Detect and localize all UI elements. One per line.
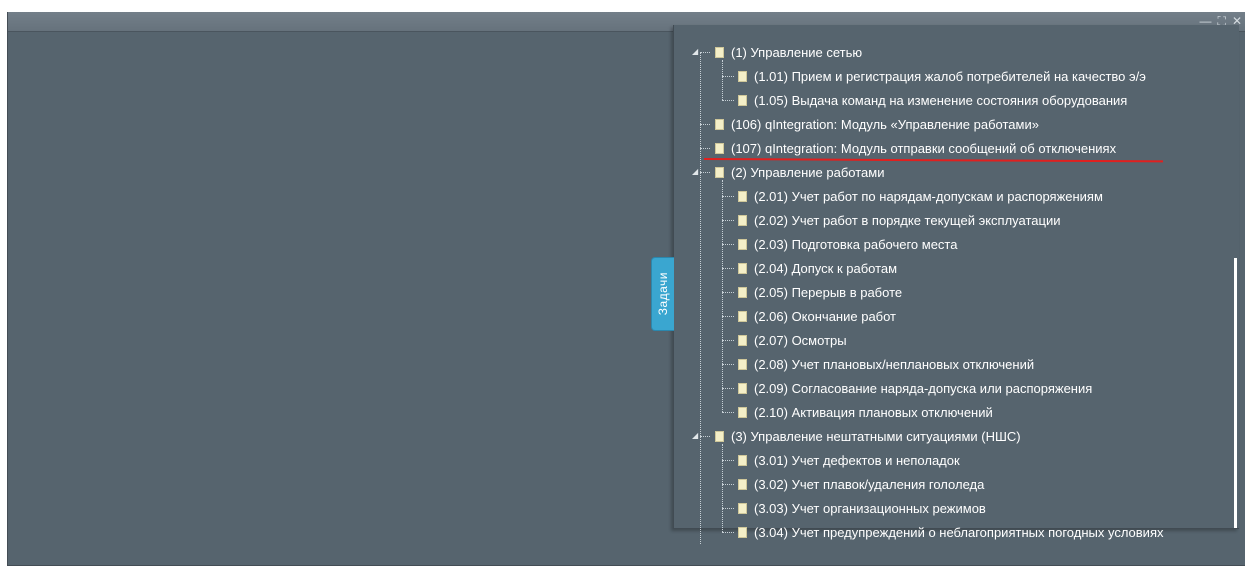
tree-connector: [722, 460, 734, 461]
tree-item-label: (2.04) Допуск к работам: [754, 260, 898, 276]
tree-root-line: [700, 52, 701, 544]
tree-item-label: (106) qIntegration: Модуль «Управление р…: [731, 116, 1039, 132]
document-icon: [738, 358, 747, 370]
tree-connector: [700, 52, 710, 53]
tree-connector: [722, 388, 734, 389]
tree-task-item[interactable]: (2.01) Учет работ по нарядам-допускам и …: [738, 184, 1103, 208]
tree-connector: [722, 508, 734, 509]
tree-group-line: [722, 444, 723, 532]
document-icon: [738, 502, 747, 514]
document-icon: [715, 46, 724, 58]
collapse-arrow-icon[interactable]: ◢: [692, 48, 700, 56]
tree-task-item[interactable]: (1.05) Выдача команд на изменение состоя…: [738, 88, 1127, 112]
tree-task-item[interactable]: (2.08) Учет плановых/неплановых отключен…: [738, 352, 1034, 376]
document-icon: [738, 190, 747, 202]
tree-item-label: (2.03) Подготовка рабочего места: [754, 236, 958, 252]
tree-item-label: (2.09) Согласование наряда-допуска или р…: [754, 380, 1093, 396]
tree-connector: [722, 316, 734, 317]
panel-edge: [1234, 258, 1237, 528]
tree-task-item[interactable]: (2.02) Учет работ в порядке текущей эксп…: [738, 208, 1060, 232]
tree-item-label: (2.02) Учет работ в порядке текущей эксп…: [754, 212, 1061, 228]
tree-connector: [722, 76, 734, 77]
document-icon: [715, 430, 724, 442]
tree-connector: [722, 364, 734, 365]
tree-item-label: (1.01) Прием и регистрация жалоб потреби…: [754, 68, 1146, 84]
collapse-arrow-icon[interactable]: ◢: [692, 168, 700, 176]
document-icon: [738, 382, 747, 394]
document-icon: [738, 286, 747, 298]
tree-item-label: (2.10) Активация плановых отключений: [754, 404, 993, 420]
document-icon: [738, 94, 747, 106]
tree-item-label: (1.05) Выдача команд на изменение состоя…: [754, 92, 1128, 108]
tree-group-line: [722, 60, 723, 100]
document-icon: [715, 142, 724, 154]
tree-task-item[interactable]: (3.04) Учет предупреждений о неблагоприя…: [738, 520, 1164, 544]
tree-connector: [722, 412, 734, 413]
tree-item-label: (2.05) Перерыв в работе: [754, 284, 903, 300]
tree-item-label: (2.07) Осмотры: [754, 332, 847, 348]
tree-task-item[interactable]: (2.09) Согласование наряда-допуска или р…: [738, 376, 1092, 400]
tree-connector: [700, 124, 710, 125]
tasks-side-tab[interactable]: Задачи: [651, 257, 674, 331]
tree-connector: [722, 196, 734, 197]
tree-connector: [700, 148, 710, 149]
tree-group-item[interactable]: (2) Управление работами: [715, 160, 884, 184]
tree-task-item[interactable]: (2.06) Окончание работ: [738, 304, 896, 328]
tree-item-label: (2.01) Учет работ по нарядам-допускам и …: [754, 188, 1103, 204]
tree-item-label: (3.04) Учет предупреждений о неблагоприя…: [754, 524, 1164, 540]
tree-task-item[interactable]: (2.05) Перерыв в работе: [738, 280, 902, 304]
tree-task-item[interactable]: (3.03) Учет организационных режимов: [738, 496, 986, 520]
document-icon: [738, 238, 747, 250]
tree-group-line: [722, 180, 723, 412]
document-icon: [738, 478, 747, 490]
document-icon: [738, 454, 747, 466]
tree-group-item[interactable]: (107) qIntegration: Модуль отправки сооб…: [715, 136, 1116, 160]
tree-connector: [700, 172, 710, 173]
tasks-tab-label: Задачи: [656, 272, 670, 316]
tree-connector: [722, 532, 734, 533]
tree-item-label: (3.03) Учет организационных режимов: [754, 500, 986, 516]
tree-group-item[interactable]: (106) qIntegration: Модуль «Управление р…: [715, 112, 1039, 136]
tree-connector: [722, 484, 734, 485]
document-icon: [738, 262, 747, 274]
tree-item-label: (3) Управление нештатными ситуациями (НШ…: [731, 428, 1021, 444]
collapse-arrow-icon[interactable]: ◢: [692, 432, 700, 440]
tree-connector: [722, 244, 734, 245]
document-icon: [738, 334, 747, 346]
document-icon: [738, 70, 747, 82]
tree-connector: [722, 340, 734, 341]
tree-group-item[interactable]: (1) Управление сетью: [715, 40, 862, 64]
tree-task-item[interactable]: (2.04) Допуск к работам: [738, 256, 897, 280]
tree-task-item[interactable]: (2.07) Осмотры: [738, 328, 847, 352]
tree-task-item[interactable]: (3.01) Учет дефектов и неполадок: [738, 448, 960, 472]
tree-connector: [700, 436, 710, 437]
tree-task-item[interactable]: (3.02) Учет плавок/удаления гололеда: [738, 472, 984, 496]
tree-item-label: (107) qIntegration: Модуль отправки сооб…: [731, 140, 1117, 156]
tree-group-item[interactable]: (3) Управление нештатными ситуациями (НШ…: [715, 424, 1021, 448]
tree-item-label: (2.08) Учет плановых/неплановых отключен…: [754, 356, 1035, 372]
document-icon: [738, 526, 747, 538]
tree-item-label: (1) Управление сетью: [731, 44, 863, 60]
tree-connector: [722, 100, 734, 101]
tree-item-label: (2.06) Окончание работ: [754, 308, 897, 324]
tree-task-item[interactable]: (2.03) Подготовка рабочего места: [738, 232, 957, 256]
tree-item-label: (3.01) Учет дефектов и неполадок: [754, 452, 960, 468]
tree-item-label: (3.02) Учет плавок/удаления гололеда: [754, 476, 985, 492]
document-icon: [738, 214, 747, 226]
tree-task-item[interactable]: (2.10) Активация плановых отключений: [738, 400, 993, 424]
tree-item-label: (2) Управление работами: [731, 164, 885, 180]
document-icon: [738, 310, 747, 322]
tree-task-item[interactable]: (1.01) Прием и регистрация жалоб потреби…: [738, 64, 1146, 88]
tree-connector: [722, 268, 734, 269]
tree-connector: [722, 220, 734, 221]
document-icon: [715, 118, 724, 130]
document-icon: [738, 406, 747, 418]
document-icon: [715, 166, 724, 178]
tree-connector: [722, 292, 734, 293]
